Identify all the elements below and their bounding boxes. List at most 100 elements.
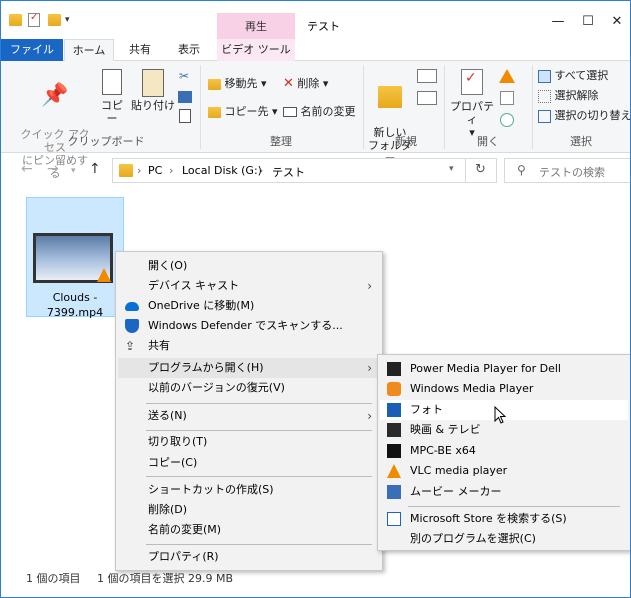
power-media-player-icon bbox=[387, 362, 401, 376]
new-group-label: 新規 bbox=[395, 135, 417, 148]
submenu-item-vlc[interactable]: VLC media player bbox=[380, 461, 628, 481]
select-group-label: 選択 bbox=[570, 135, 592, 148]
menu-separator bbox=[146, 430, 372, 431]
tab-home[interactable]: ホーム bbox=[64, 39, 114, 62]
status-item-count: 1 個の項目 bbox=[26, 572, 81, 585]
submenu-item-power-media-player[interactable]: Power Media Player for Dell bbox=[380, 359, 628, 379]
search-box[interactable]: ⚲ テストの検索 bbox=[504, 158, 630, 183]
menu-item-share[interactable]: ⇪ 共有 bbox=[118, 336, 380, 356]
ribbon: 📌 クイック アクセス にピン留めする コピー 貼り付け ✂ クリップボード 移… bbox=[1, 61, 630, 180]
chevron-right-icon: › bbox=[169, 164, 174, 177]
copy-button[interactable]: コピー bbox=[97, 69, 127, 125]
submenu-item-choose-another[interactable]: 別のプログラムを選択(C) bbox=[380, 529, 628, 549]
submenu-item-movie-maker[interactable]: ムービー メーカー bbox=[380, 482, 628, 502]
refresh-button[interactable]: ↻ bbox=[475, 162, 486, 177]
breadcrumb-pc[interactable]: PC bbox=[148, 164, 162, 177]
back-button[interactable]: ← bbox=[21, 161, 33, 177]
share-icon: ⇪ bbox=[125, 339, 136, 353]
breadcrumb-local-disk[interactable]: Local Disk (G:) bbox=[182, 164, 262, 177]
recent-locations-button[interactable]: ▾ bbox=[71, 166, 76, 176]
tab-video-tools[interactable]: ビデオ ツール bbox=[217, 39, 295, 61]
file-item[interactable]: Clouds - 7399.mp4 bbox=[26, 197, 124, 319]
select-all-button[interactable]: すべて選択 bbox=[538, 67, 608, 85]
vlc-open-icon[interactable] bbox=[499, 69, 515, 83]
submenu-item-windows-media-player[interactable]: Windows Media Player bbox=[380, 379, 628, 399]
file-name: Clouds - 7399.mp4 bbox=[46, 291, 104, 319]
edit-icon[interactable] bbox=[500, 91, 514, 105]
menu-separator bbox=[408, 506, 620, 507]
menu-item-defender-scan[interactable]: Windows Defender でスキャンする... bbox=[118, 316, 380, 336]
chevron-right-icon: › bbox=[137, 164, 142, 177]
context-menu: 開く(O) デバイス キャスト › OneDrive に移動(M) Windows… bbox=[115, 251, 383, 571]
history-icon[interactable] bbox=[500, 113, 514, 127]
submenu-item-search-store[interactable]: Microsoft Store を検索する(S) bbox=[380, 509, 628, 529]
address-divider bbox=[465, 159, 466, 182]
menu-item-delete[interactable]: 削除(D) bbox=[118, 500, 380, 520]
onedrive-icon bbox=[125, 302, 139, 311]
menu-item-send-to[interactable]: 送る(N) › bbox=[118, 406, 380, 426]
properties-icon: ✓ bbox=[461, 69, 483, 95]
window-title: テスト bbox=[307, 20, 340, 33]
folder-icon bbox=[9, 14, 22, 26]
delete-icon: ✕ bbox=[283, 76, 294, 91]
address-bar[interactable]: › PC › Local Disk (G:) › テスト ▾ ↻ bbox=[112, 158, 497, 183]
photos-icon bbox=[387, 403, 401, 417]
title-bar: ✓ ▾ 再生 テスト — ☐ ✕ bbox=[1, 1, 630, 39]
menu-item-open-with[interactable]: プログラムから開く(H) › bbox=[118, 358, 380, 378]
paste-shortcut-icon[interactable] bbox=[179, 109, 191, 123]
menu-item-onedrive[interactable]: OneDrive に移動(M) bbox=[118, 296, 380, 316]
breadcrumb-test[interactable]: テスト bbox=[272, 164, 305, 180]
search-placeholder: テストの検索 bbox=[539, 166, 605, 179]
menu-item-cut[interactable]: 切り取り(T) bbox=[118, 432, 380, 452]
rename-icon bbox=[283, 107, 297, 117]
chevron-right-icon: › bbox=[367, 279, 372, 293]
cut-icon[interactable]: ✂ bbox=[179, 69, 191, 83]
customize-qa-icon[interactable]: ▾ bbox=[65, 15, 75, 31]
move-to-button[interactable]: 移動先 ▾ bbox=[208, 75, 267, 93]
minimize-button[interactable]: — bbox=[543, 11, 573, 33]
properties-icon[interactable]: ✓ bbox=[28, 12, 40, 27]
mouse-cursor-icon bbox=[494, 406, 506, 424]
menu-item-properties[interactable]: プロパティ(R) bbox=[118, 547, 380, 567]
chevron-down-icon[interactable]: ▾ bbox=[449, 164, 454, 174]
menu-item-device-cast[interactable]: デバイス キャスト › bbox=[118, 276, 380, 296]
tab-file[interactable]: ファイル bbox=[1, 39, 63, 61]
copy-path-icon[interactable] bbox=[178, 91, 192, 103]
maximize-button[interactable]: ☐ bbox=[573, 11, 603, 33]
copy-icon bbox=[102, 69, 122, 95]
forward-button[interactable]: → bbox=[47, 161, 59, 177]
delete-button[interactable]: ✕ 削除 ▾ bbox=[283, 75, 328, 93]
menu-item-copy[interactable]: コピー(C) bbox=[118, 453, 380, 473]
menu-separator bbox=[146, 544, 372, 545]
new-folder-icon bbox=[378, 86, 402, 108]
context-tab-play: 再生 bbox=[217, 13, 295, 39]
menu-separator bbox=[146, 476, 372, 477]
invert-selection-icon bbox=[538, 109, 551, 123]
new-folder-button[interactable]: 新しい フォルダー bbox=[367, 69, 413, 165]
menu-item-rename[interactable]: 名前の変更(M) bbox=[118, 520, 380, 540]
open-group-label: 開く bbox=[477, 135, 499, 148]
mpc-be-icon bbox=[387, 444, 401, 458]
paste-button[interactable]: 貼り付け bbox=[131, 69, 175, 112]
menu-item-open[interactable]: 開く(O) bbox=[118, 256, 380, 276]
tab-view[interactable]: 表示 bbox=[168, 39, 210, 61]
copy-to-button[interactable]: コピー先 ▾ bbox=[208, 103, 278, 121]
new-item-icon[interactable] bbox=[417, 69, 437, 83]
new-folder-icon[interactable] bbox=[48, 14, 61, 26]
submenu-item-mpc-be[interactable]: MPC-BE x64 bbox=[380, 441, 628, 461]
menu-separator bbox=[146, 403, 372, 404]
close-button[interactable]: ✕ bbox=[602, 11, 630, 33]
paste-icon bbox=[142, 69, 164, 97]
properties-button[interactable]: ✓ プロパティ ▾ bbox=[449, 69, 495, 139]
group-separator bbox=[532, 65, 533, 149]
menu-item-restore-versions[interactable]: 以前のバージョンの復元(V) bbox=[118, 378, 380, 398]
tab-share[interactable]: 共有 bbox=[119, 39, 161, 61]
explorer-window: ✓ ▾ 再生 テスト — ☐ ✕ ファイル ホーム 共有 表示 ビデオ ツール … bbox=[0, 0, 631, 598]
clipboard-group-label: クリップボード bbox=[67, 135, 145, 148]
rename-button[interactable]: 名前の変更 bbox=[283, 103, 356, 121]
up-button[interactable]: ↑ bbox=[89, 161, 101, 177]
easy-access-icon[interactable] bbox=[417, 91, 437, 105]
menu-item-create-shortcut[interactable]: ショートカットの作成(S) bbox=[118, 480, 380, 500]
invert-selection-button[interactable]: 選択の切り替え bbox=[538, 107, 630, 125]
select-none-button[interactable]: 選択解除 bbox=[538, 87, 599, 105]
